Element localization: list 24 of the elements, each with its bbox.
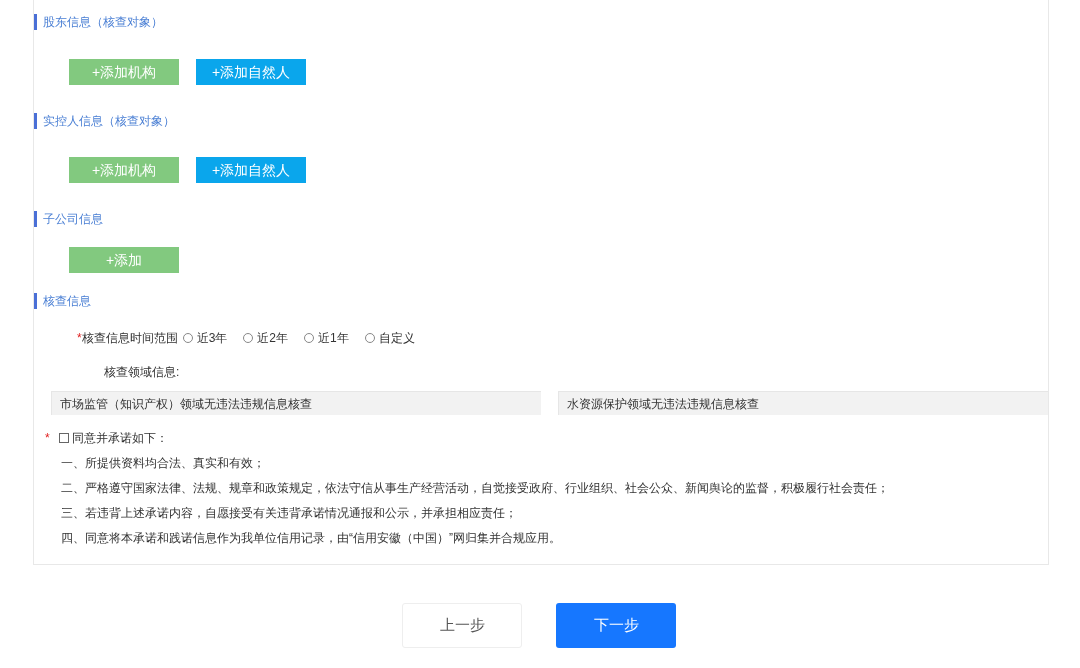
- add-button[interactable]: +添加自然人: [196, 157, 306, 183]
- domain-item: 水资源保护领域无违法违规信息核查: [558, 391, 1048, 415]
- section-header: 子公司信息: [34, 211, 1048, 227]
- radio-option[interactable]: 近3年: [182, 329, 228, 347]
- section-header: 核查信息: [34, 293, 1048, 309]
- promise-text: 三、若违背上述承诺内容，自愿接受有关违背承诺情况通报和公示，并承担相应责任；: [61, 505, 517, 521]
- promise-text: 二、严格遵守国家法律、法规、规章和政策规定，依法守信从事生产经营活动，自觉接受政府、行业组织、社会公众、新闻舆论的监督，积极履行社会责任；: [61, 480, 889, 496]
- agree-label: 同意并承诺如下：: [71, 430, 168, 447]
- radio-option[interactable]: 近2年: [243, 329, 289, 347]
- radio-option[interactable]: 自定义: [364, 329, 415, 347]
- required-mark: *: [77, 330, 82, 347]
- next-button[interactable]: 下一步: [556, 603, 676, 648]
- domain-item: 市场监管（知识产权）领域无违法违规信息核查: [51, 391, 541, 415]
- field-label: 核查信息时间范围: [81, 330, 178, 347]
- back-button[interactable]: 上一步: [402, 603, 522, 648]
- add-button[interactable]: +添加自然人: [196, 59, 306, 85]
- required-mark: *: [45, 430, 50, 447]
- promise-text: 四、同意将本承诺和践诺信息作为我单位信用记录，由“信用安徽（中国）”网归集并合规应用。: [61, 530, 561, 546]
- field-label: 核查领域信息:: [104, 364, 180, 380]
- promise-text: 一、所提供资料均合法、真实和有效；: [61, 455, 265, 471]
- agree-checkbox[interactable]: [58, 433, 69, 443]
- section-header: 实控人信息（核查对象）: [34, 113, 1048, 129]
- section-header: 股东信息（核查对象）: [34, 14, 1048, 30]
- radio-option[interactable]: 近1年: [304, 329, 349, 347]
